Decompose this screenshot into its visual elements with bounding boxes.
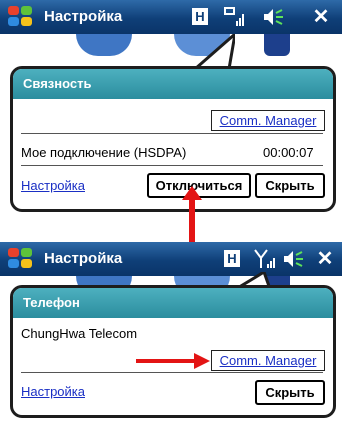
hsdpa-badge[interactable]: H [192,8,208,25]
hsdpa-badge[interactable]: H [224,250,240,267]
balloon-title: Телефон [13,288,333,318]
background-icon [264,34,290,56]
connection-label: Мое подключение (HSDPA) [21,145,187,160]
screen-phone: Настройка H ✕ Телефон ChungHwa Telecom C… [0,242,342,421]
balloon-title: Связность [13,69,333,99]
settings-link[interactable]: Настройка [21,384,85,399]
windows-start-icon[interactable] [8,248,34,270]
close-icon[interactable]: ✕ [314,247,336,271]
screen-connectivity: Настройка H ✕ Связность Comm. Manager Мо… [0,0,342,212]
signal-icon[interactable] [254,249,276,269]
app-title: Настройка [44,8,123,25]
close-icon[interactable]: ✕ [310,5,332,29]
app-title: Настройка [44,250,123,267]
signal-icon[interactable] [224,7,246,27]
red-arrow-right [136,353,210,369]
separator [21,165,323,166]
operator-name: ChungHwa Telecom [21,326,138,341]
separator [21,372,323,373]
title-bar: Настройка H ✕ [0,0,342,34]
hide-button[interactable]: Скрыть [255,173,325,198]
balloon-tail [195,34,235,70]
hide-button[interactable]: Скрыть [255,380,325,405]
volume-icon[interactable] [282,250,306,268]
phone-balloon: Телефон ChungHwa Telecom Comm. Manager Н… [10,285,336,418]
red-arrow-up [182,186,202,242]
separator [21,133,323,134]
comm-manager-link[interactable]: Comm. Manager [211,350,325,371]
title-bar: Настройка H ✕ [0,242,342,276]
settings-link[interactable]: Настройка [21,178,85,193]
connection-time: 00:00:07 [263,145,314,160]
comm-manager-link[interactable]: Comm. Manager [211,110,325,131]
volume-icon[interactable] [262,8,286,26]
windows-start-icon[interactable] [8,6,34,28]
background-icon [76,34,132,56]
connectivity-balloon: Связность Comm. Manager Мое подключение … [10,66,336,212]
